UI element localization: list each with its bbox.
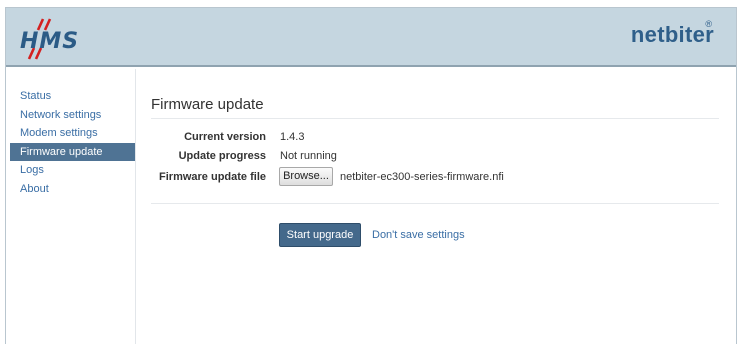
sidebar-item-logs[interactable]: Logs xyxy=(6,161,135,180)
start-upgrade-button[interactable]: Start upgrade xyxy=(279,223,361,247)
sidebar-item-firmware-update[interactable]: Firmware update xyxy=(10,142,135,162)
sidebar-item-network-settings[interactable]: Network settings xyxy=(6,106,135,125)
sidebar-item-status[interactable]: Status xyxy=(6,87,135,106)
registered-mark: ® xyxy=(705,19,712,29)
update-progress-row: Update progress Not running xyxy=(151,150,721,168)
current-version-row: Current version 1.4.3 xyxy=(151,131,721,149)
firmware-file-label: Firmware update file xyxy=(159,171,266,183)
logo-text: HMS xyxy=(20,29,80,54)
browse-button[interactable]: Browse... xyxy=(279,167,333,186)
firmware-file-row: Firmware update file Browse... netbiter-… xyxy=(151,167,721,189)
current-version-label: Current version xyxy=(184,131,266,143)
sidebar-item-modem-settings[interactable]: Modem settings xyxy=(6,124,135,143)
brand-logo: netbiter xyxy=(630,22,714,47)
sidebar-item-about[interactable]: About xyxy=(6,180,135,199)
sidebar-nav: Status Network settings Modem settings F… xyxy=(6,69,136,344)
update-progress-value: Not running xyxy=(280,150,337,162)
hms-logo: HMS xyxy=(16,18,86,60)
current-version-value: 1.4.3 xyxy=(280,131,305,143)
selected-file-name: netbiter-ec300-series-firmware.nfi xyxy=(340,171,504,183)
divider xyxy=(151,203,719,204)
divider xyxy=(151,118,719,119)
update-progress-label: Update progress xyxy=(178,150,266,162)
header: HMS netbiter ® xyxy=(6,8,736,67)
app-window: HMS netbiter ® Status Network settings M… xyxy=(5,7,737,344)
page-title: Firmware update xyxy=(151,96,264,113)
dont-save-settings-link[interactable]: Don't save settings xyxy=(372,229,465,241)
